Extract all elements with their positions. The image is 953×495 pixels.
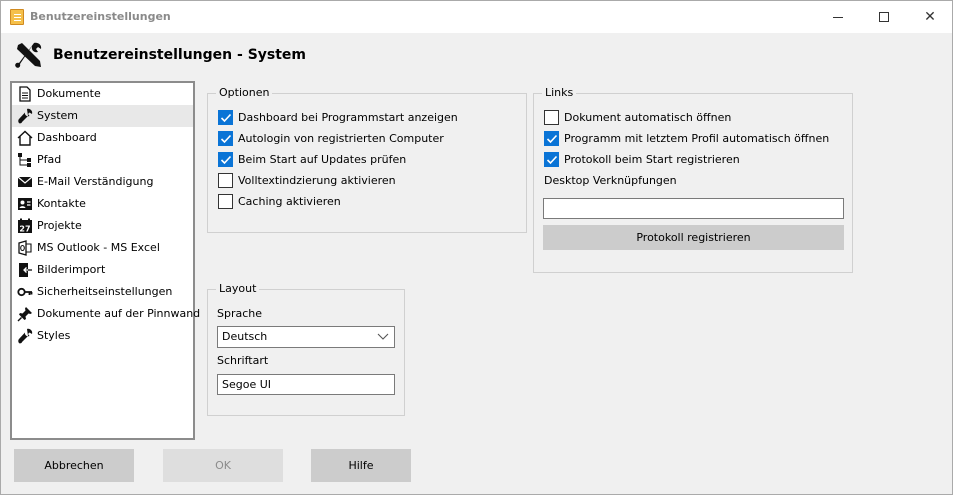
help-button[interactable]: Hilfe xyxy=(311,449,411,482)
sidebar-item-bilderimport[interactable]: Bilderimport xyxy=(12,259,193,281)
sprache-select[interactable]: Deutsch xyxy=(217,326,395,348)
checkmark-icon xyxy=(220,155,232,165)
checkbox[interactable] xyxy=(544,131,559,146)
sidebar-item-outlook-excel[interactable]: MS Outlook - MS Excel xyxy=(12,237,193,259)
import-icon xyxy=(19,263,32,277)
cancel-button[interactable]: Abbrechen xyxy=(14,449,134,482)
sprache-value: Deutsch xyxy=(222,330,268,343)
checkbox-label: Dashboard bei Programmstart anzeigen xyxy=(238,111,458,124)
ok-button[interactable]: OK xyxy=(163,449,283,482)
sidebar-item-styles[interactable]: Styles xyxy=(12,325,193,347)
checkbox[interactable] xyxy=(218,110,233,125)
svg-text:27: 27 xyxy=(19,225,30,234)
sidebar-item-kontakte[interactable]: Kontakte xyxy=(12,193,193,215)
title-bar[interactable]: Benutzereinstellungen ✕ xyxy=(1,1,952,33)
document-icon xyxy=(19,86,31,102)
chevron-down-icon xyxy=(377,333,389,340)
pin-icon xyxy=(17,307,32,322)
checkbox-label: Caching aktivieren xyxy=(238,195,341,208)
checkbox[interactable] xyxy=(544,152,559,167)
home-icon xyxy=(17,130,33,146)
sidebar-item-projekte[interactable]: 27 Projekte xyxy=(12,215,193,237)
layout-legend: Layout xyxy=(216,283,260,295)
tools-icon xyxy=(15,42,42,68)
sidebar-item-pfad[interactable]: Pfad xyxy=(12,149,193,171)
settings-navigation: Dokumente System Dashboard Pfad E-Mail V… xyxy=(10,81,200,440)
sprache-label: Sprache xyxy=(217,307,263,320)
sidebar-item-label: Dokumente xyxy=(37,87,101,100)
sidebar-item-dashboard[interactable]: Dashboard xyxy=(12,127,193,149)
tree-icon xyxy=(18,153,31,167)
minimize-button[interactable] xyxy=(815,1,861,33)
sidebar-item-label: Kontakte xyxy=(37,197,86,210)
sidebar-item-label: Bilderimport xyxy=(37,263,106,276)
checkmark-icon xyxy=(546,155,558,165)
checkbox[interactable] xyxy=(218,152,233,167)
wrench-icon xyxy=(18,328,33,344)
checkmark-icon xyxy=(220,113,232,123)
checkbox[interactable] xyxy=(218,194,233,209)
outlook-icon xyxy=(18,240,32,256)
settings-window: Benutzereinstellungen ✕ Benutzereinstell… xyxy=(0,0,953,495)
app-icon xyxy=(10,9,24,25)
maximize-icon xyxy=(879,12,889,22)
checkbox[interactable] xyxy=(218,131,233,146)
close-icon: ✕ xyxy=(924,9,936,25)
desktop-shortcuts-label: Desktop Verknüpfungen xyxy=(544,174,677,187)
minimize-icon xyxy=(833,16,843,18)
page-title: Benutzereinstellungen - System xyxy=(53,47,307,63)
schriftart-input[interactable] xyxy=(217,374,395,395)
checkbox-label: Beim Start auf Updates prüfen xyxy=(238,153,407,166)
maximize-button[interactable] xyxy=(861,1,907,33)
wrench-icon xyxy=(18,108,33,124)
links-legend: Links xyxy=(542,87,577,99)
checkbox[interactable] xyxy=(544,110,559,125)
checkbox-label: Programm mit letztem Profil automatisch … xyxy=(564,132,830,145)
checkbox-label: Volltextindzierung aktivieren xyxy=(238,174,396,187)
schriftart-label: Schriftart xyxy=(217,354,269,367)
close-button[interactable]: ✕ xyxy=(907,1,953,33)
sidebar-item-label: Styles xyxy=(37,329,71,342)
contact-card-icon xyxy=(18,198,32,210)
optionen-legend: Optionen xyxy=(216,87,273,99)
checkbox-label: Autologin von registrierten Computer xyxy=(238,132,444,145)
checkmark-icon xyxy=(220,134,232,144)
optionen-group: Optionen Dashboard bei Programmstart anz… xyxy=(207,87,527,233)
sidebar-item-dokumente[interactable]: Dokumente xyxy=(12,83,193,105)
protokoll-registrieren-button[interactable]: Protokoll registrieren xyxy=(543,225,844,250)
desktop-shortcuts-input[interactable] xyxy=(543,198,844,219)
layout-group: Layout Sprache Deutsch Schriftart xyxy=(207,283,405,416)
sidebar-item-label: E-Mail Verständigung xyxy=(37,175,154,188)
sidebar-item-label: MS Outlook - MS Excel xyxy=(37,241,160,254)
mail-icon xyxy=(17,176,33,187)
sidebar-item-label: Sicherheitseinstellungen xyxy=(37,285,173,298)
checkmark-icon xyxy=(546,134,558,144)
sidebar-item-label: Pfad xyxy=(37,153,62,166)
checkbox-label: Protokoll beim Start registrieren xyxy=(564,153,740,166)
sidebar-item-sicherheit[interactable]: Sicherheitseinstellungen xyxy=(12,281,193,303)
sidebar-item-label: Dashboard xyxy=(37,131,97,144)
window-title: Benutzereinstellungen xyxy=(30,10,171,23)
checkbox-label: Dokument automatisch öffnen xyxy=(564,111,732,124)
sidebar-item-label: Projekte xyxy=(37,219,82,232)
links-group: Links Dokument automatisch öffnen Progra… xyxy=(533,87,853,273)
key-icon xyxy=(17,287,33,297)
sidebar-item-pinnwand[interactable]: Dokumente auf der Pinnwand xyxy=(12,303,200,325)
sidebar-item-label: System xyxy=(37,109,79,122)
sidebar-item-system[interactable]: System xyxy=(12,105,193,127)
sidebar-item-label: Dokumente auf der Pinnwand xyxy=(37,307,201,320)
checkbox[interactable] xyxy=(218,173,233,188)
sidebar-item-email[interactable]: E-Mail Verständigung xyxy=(12,171,193,193)
calendar-icon: 27 xyxy=(18,218,32,234)
